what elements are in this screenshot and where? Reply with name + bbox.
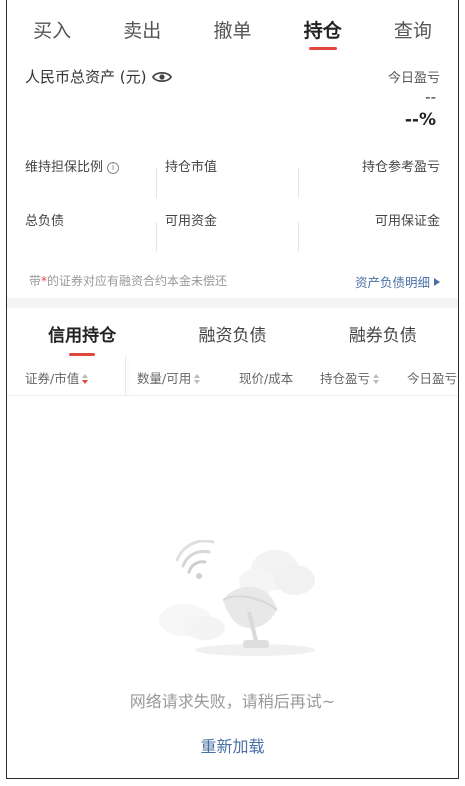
metric-divider [298,222,299,252]
metric-divider [156,168,157,198]
app-frame: 买入 卖出 撤单 持仓 查询 人民币总资产 (元) 今日盈亏 -- --% 维持… [6,0,459,779]
sub-tab-bar: 信用持仓 融资负债 融券负债 [7,310,458,356]
network-error-illustration [145,539,335,660]
maintenance-ratio-text: 维持担保比例 [25,160,104,175]
col-label: 现价/成本 [239,371,294,386]
tab-positions[interactable]: 持仓 [278,0,368,52]
reload-button[interactable]: 重新加载 [7,733,458,757]
tab-financing-liability[interactable]: 融资负债 [157,310,307,356]
today-pl-percent: --% [404,110,436,130]
network-error-message: 网络请求失败，请稍后再试~ [129,692,336,711]
position-ref-pl-label: 持仓参考盈亏 [361,160,440,175]
position-value-label: 持仓市值 [165,160,218,175]
note-suffix: 的证券对应有融资合约本金未偿还 [47,274,228,288]
asset-liability-detail-link[interactable]: 资产负债明细 [355,272,440,291]
total-assets-label: 人民币总资产 (元) [25,66,173,87]
top-tab-bar: 买入 卖出 撤单 持仓 查询 [7,0,458,52]
detail-link-text: 资产负债明细 [354,275,430,290]
total-assets-text: 人民币总资产 (元) [25,68,147,86]
section-separator [7,298,458,308]
positions-table-header: 证券/市值 数量/可用 现价/成本 持仓盈亏 今日盈亏 [7,356,458,396]
tab-buy[interactable]: 买入 [7,0,97,52]
tab-query[interactable]: 查询 [368,0,458,52]
total-liability-label: 总负债 [25,214,65,229]
col-price-cost: 现价/成本 [239,368,293,387]
note-prefix: 带 [29,274,42,288]
available-funds-label: 可用资金 [165,214,218,229]
col-label: 今日盈亏 [407,371,458,386]
tab-cancel-order[interactable]: 撤单 [187,0,277,52]
available-margin-label: 可用保证金 [374,214,440,229]
financing-note: 带*的证券对应有融资合约本金未偿还 [29,272,227,289]
metric-divider [298,168,299,198]
col-label: 证券/市值 [25,371,80,386]
col-today-pl[interactable]: 今日盈亏 [407,368,458,387]
col-position-pl[interactable]: 持仓盈亏 [320,368,380,387]
sort-icon [82,374,89,384]
triangle-right-icon [434,277,440,286]
eye-icon[interactable] [152,70,173,84]
info-icon[interactable]: i [107,162,120,174]
tab-securities-lending-liability[interactable]: 融券负债 [308,310,458,356]
col-label: 持仓盈亏 [320,371,371,386]
col-label: 数量/可用 [137,371,192,386]
sort-icon [373,374,380,384]
maintenance-ratio-label: 维持担保比例 i [25,156,120,175]
today-pl-label: 今日盈亏 [387,71,440,86]
sort-icon [194,374,201,384]
today-pl-value: -- [425,88,436,106]
tab-credit-positions[interactable]: 信用持仓 [7,310,157,356]
tab-sell[interactable]: 卖出 [97,0,187,52]
col-quantity-available[interactable]: 数量/可用 [137,368,201,387]
col-security-market-value[interactable]: 证券/市值 [25,368,89,387]
column-divider [125,356,126,396]
metric-divider [156,222,157,252]
